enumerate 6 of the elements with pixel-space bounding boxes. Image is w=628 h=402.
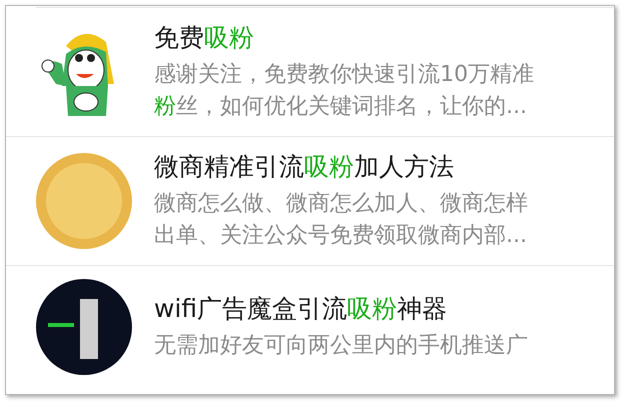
result-description: 微商怎么做、微商怎么加人、微商怎样 出单、关注公众号免费领取微商内部... [154,190,528,250]
result-description: 无需加好友可向两公里内的手机推送广 [154,332,528,360]
result-description: 感谢关注，免费教你快速引流10万精准 粉丝，如何优化关键词排名，让你的... [154,61,534,121]
result-title[interactable]: 微商精准引流吸粉加人方法 [154,150,528,184]
result-title[interactable]: 免费吸粉 [154,21,534,55]
result-title[interactable]: wifi广告魔盒引流吸粉神器 [154,292,528,326]
